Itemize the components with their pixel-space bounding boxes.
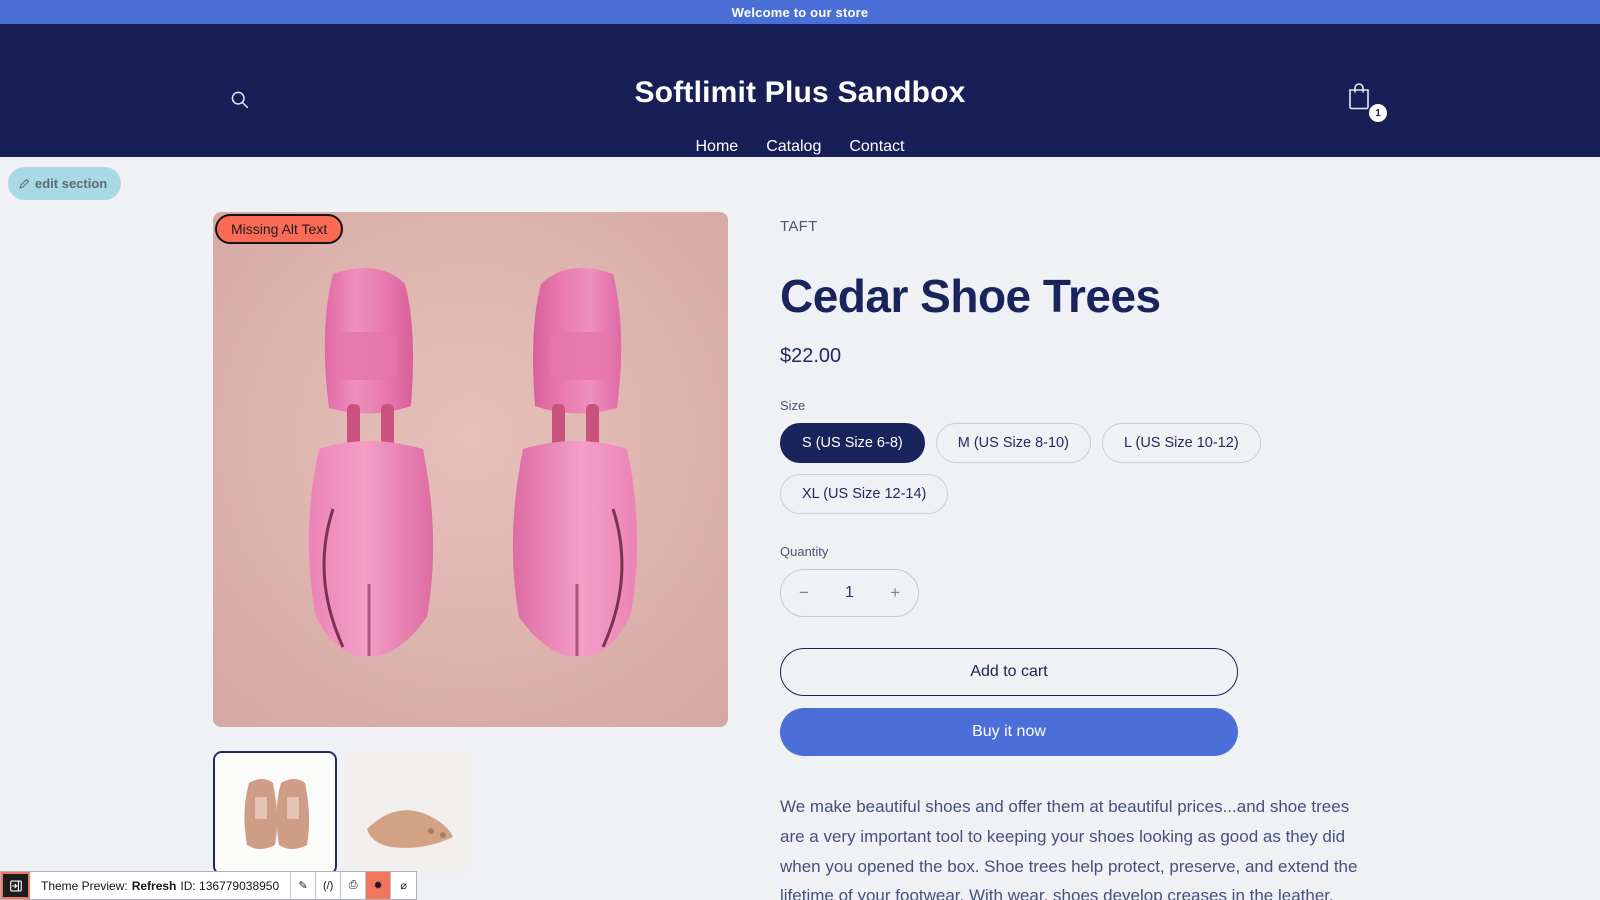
cart-count-badge: 1 [1369,104,1387,122]
header-top-row: Softlimit Plus Sandbox 1 [0,24,1600,122]
announcement-text: Welcome to our store [731,4,869,20]
thumbnail-2[interactable] [347,751,471,875]
theme-preview-id: ID: 136779038950 [180,878,280,893]
quantity-label: Quantity [780,544,829,559]
theme-preview-info: Theme Preview: Refresh ID: 136779038950 [30,872,292,899]
shoe-tree-right-image [512,267,638,658]
main-navigation: Home Catalog Contact [0,138,1600,156]
add-to-cart-button[interactable]: Add to cart [780,648,1238,696]
code-icon: (/) [322,879,334,892]
theme-preview-prefix: Theme Preview: [41,878,128,893]
edit-section-label: edit section [35,176,108,191]
bug-icon: ✹ [373,880,383,892]
size-option-m[interactable]: M (US Size 8-10) [935,423,1091,463]
thumbnail-1[interactable] [213,751,337,875]
site-header: Softlimit Plus Sandbox 1 Home Catalog Co… [0,24,1600,157]
missing-alt-text-badge: Missing Alt Text [215,214,344,244]
code-tool-button[interactable]: (/) [316,872,342,899]
shoe-tree-thumbnail-image [347,751,471,875]
nav-item-home[interactable]: Home [696,138,739,156]
product-section: Missing Alt Text TAFT Cedar Shoe Trees $… [0,157,1600,900]
quantity-stepper[interactable]: − 1 + [780,569,919,617]
loafers-thumbnail-image [215,753,335,873]
quantity-decrease-button[interactable]: − [799,583,809,603]
size-options: S (US Size 6-8) M (US Size 8-10) L (US S… [780,423,1300,514]
product-description: We make beautiful shoes and offer them a… [780,797,1358,900]
product-media: Missing Alt Text [213,212,728,900]
pencil-icon [19,178,30,189]
printer-tool-button[interactable]: ⎙ [341,872,367,899]
product-main-image[interactable]: Missing Alt Text [213,212,728,727]
bug-tool-button[interactable]: ✹ [366,872,392,899]
eye-off-icon: ⌀ [400,880,407,892]
nav-item-catalog[interactable]: Catalog [766,138,821,156]
product-price: $22.00 [780,345,842,367]
quantity-increase-button[interactable]: + [890,583,900,603]
size-option-xl[interactable]: XL (US Size 12-14) [780,474,949,514]
product-title: Cedar Shoe Trees [780,270,1161,322]
buy-it-now-button[interactable]: Buy it now [780,708,1238,756]
edit-tool-button[interactable]: ✎ [291,872,317,899]
collapse-panel-icon [9,880,22,891]
collapse-panel-button[interactable] [1,872,30,899]
size-label: Size [780,398,806,413]
edit-section-button[interactable]: edit section [8,167,122,200]
nav-item-contact[interactable]: Contact [849,138,904,156]
page-body: edit section Missing Alt Text TAFT Cedar… [0,157,1600,900]
product-info: TAFT Cedar Shoe Trees $22.00 Size S (US … [728,212,1368,900]
theme-preview-name: Refresh [131,878,177,893]
pencil-icon: ✎ [298,880,308,892]
size-option-s[interactable]: S (US Size 6-8) [780,423,925,463]
size-option-l[interactable]: L (US Size 10-12) [1101,423,1261,463]
eye-off-tool-button[interactable]: ⌀ [391,872,416,899]
printer-icon: ⎙ [348,879,358,891]
announcement-bar: Welcome to our store [0,0,1600,24]
thumbnail-carousel [213,751,728,875]
theme-preview-bar: Theme Preview: Refresh ID: 136779038950 … [0,871,418,900]
product-vendor: TAFT [780,218,818,235]
cart-button[interactable]: 1 [1345,79,1387,122]
quantity-value[interactable]: 1 [845,584,854,602]
shoe-tree-left-image [308,267,434,658]
